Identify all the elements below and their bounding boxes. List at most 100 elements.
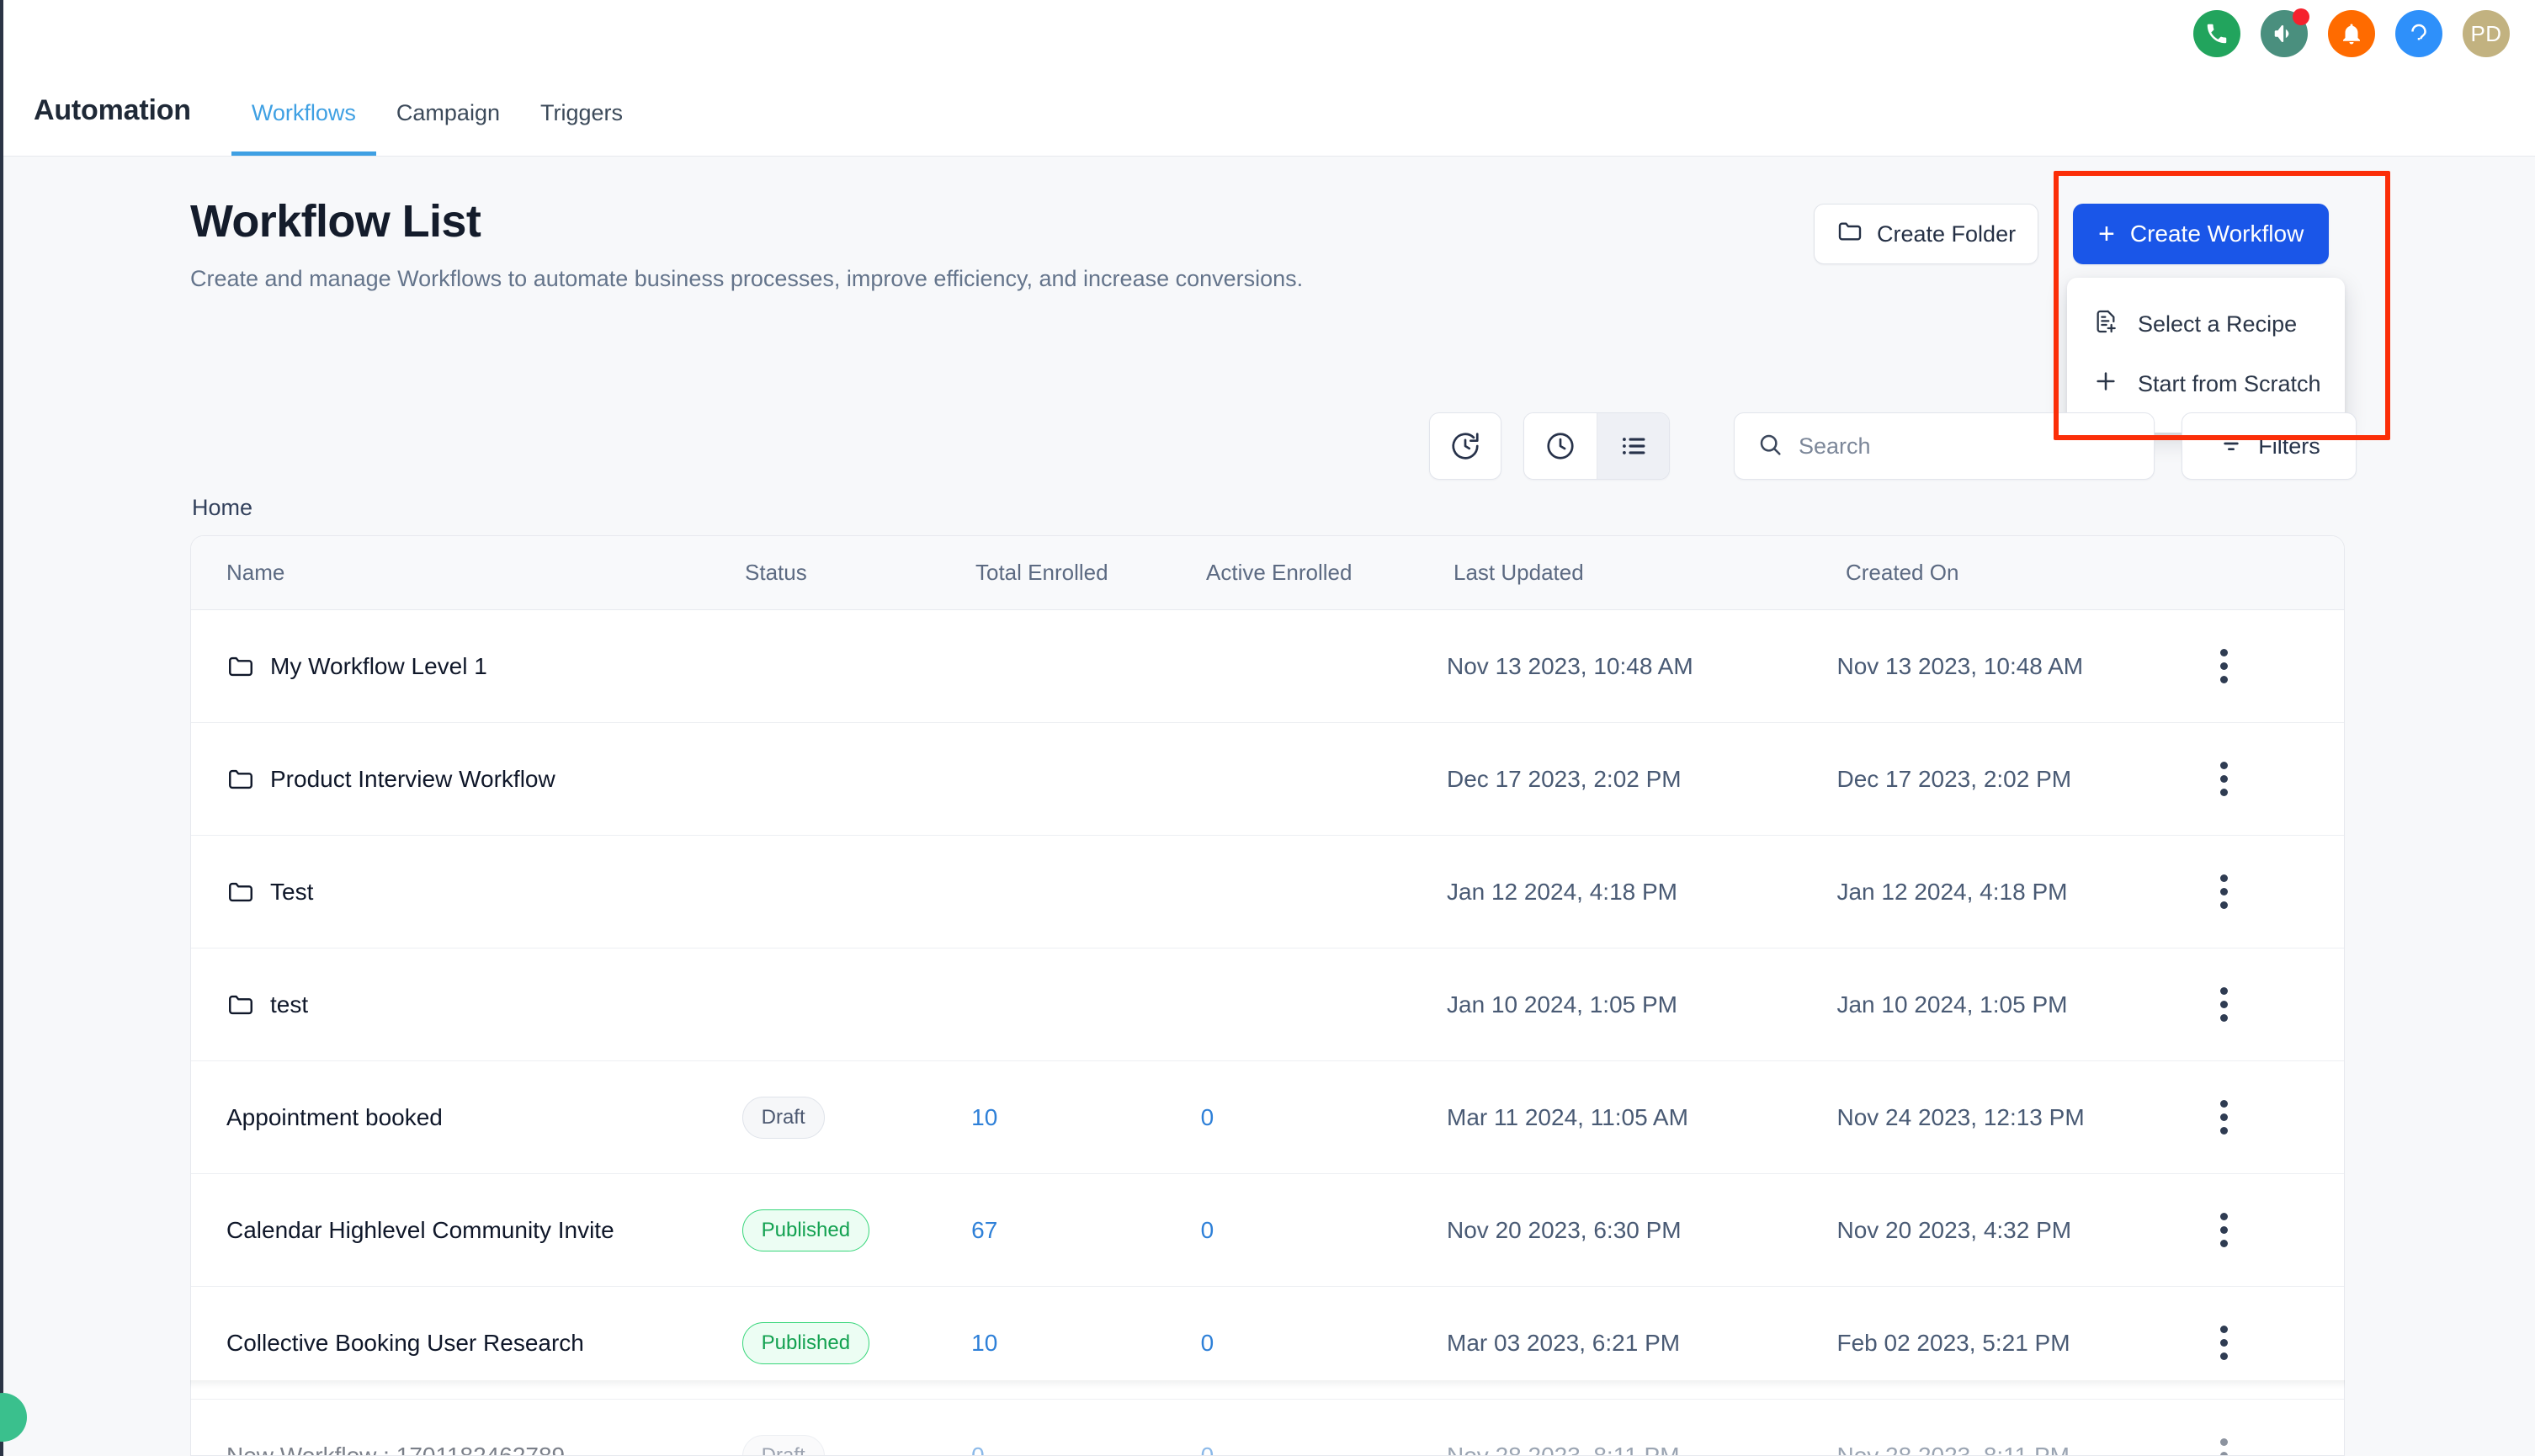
collapsed-sidebar-rail xyxy=(0,0,3,1456)
create-workflow-label: Create Workflow xyxy=(2129,221,2304,247)
cell-status: Draft xyxy=(741,1096,972,1139)
status-badge: Published xyxy=(741,1321,870,1364)
cell-name[interactable]: Product Interview Workflow xyxy=(191,765,742,794)
bell-icon[interactable] xyxy=(2328,10,2375,57)
help-icon[interactable] xyxy=(2395,10,2442,57)
column-header-total: Total Enrolled xyxy=(975,560,1108,585)
active-enrolled-link[interactable]: 0 xyxy=(1201,1443,1214,1456)
search-box[interactable] xyxy=(1734,412,2155,480)
row-menu-icon[interactable] xyxy=(2213,1206,2235,1254)
cell-created-on: Feb 02 2023, 5:21 PM xyxy=(1836,1329,2070,1356)
active-enrolled-link[interactable]: 0 xyxy=(1201,1330,1214,1356)
total-enrolled-link[interactable]: 10 xyxy=(971,1104,997,1130)
table-row[interactable]: test Jan 10 2024, 1:05 PM Jan 10 2024, 1:0… xyxy=(191,949,2344,1061)
cell-active-enrolled: 0 xyxy=(1201,1443,1447,1456)
cell-total-enrolled: 0 xyxy=(971,1443,1201,1456)
tab-workflows[interactable]: Workflows xyxy=(231,100,376,156)
list-view-icon[interactable] xyxy=(1597,413,1669,479)
folder-icon xyxy=(226,991,255,1019)
active-enrolled-link[interactable]: 0 xyxy=(1201,1104,1214,1130)
row-name-label: Appointment booked xyxy=(226,1103,443,1130)
total-enrolled-link[interactable]: 10 xyxy=(971,1330,997,1356)
avatar[interactable]: PD xyxy=(2463,10,2510,57)
cell-created-on: Jan 12 2024, 4:18 PM xyxy=(1836,878,2068,905)
cell-name[interactable]: Test xyxy=(191,878,742,906)
folder-icon xyxy=(226,765,255,794)
table-row[interactable]: Calendar Highlevel Community Invite Publi… xyxy=(191,1174,2344,1287)
table-row[interactable]: New Workflow : 1701182462789 Draft 0 0 Nov 2… xyxy=(191,1400,2344,1456)
total-enrolled-link[interactable]: 0 xyxy=(971,1443,985,1456)
cell-status: Draft xyxy=(741,1434,972,1455)
total-enrolled-link[interactable]: 67 xyxy=(971,1217,997,1243)
primary-nav: Automation Workflows Campaign Triggers xyxy=(34,94,643,156)
tab-triggers[interactable]: Triggers xyxy=(520,100,643,156)
table-row[interactable]: Collective Booking User Research Publishe… xyxy=(191,1287,2344,1400)
create-folder-button[interactable]: Create Folder xyxy=(1814,204,2039,264)
row-menu-icon[interactable] xyxy=(2213,1432,2235,1455)
row-menu-icon[interactable] xyxy=(2213,868,2235,916)
cell-total-enrolled: 10 xyxy=(971,1330,1201,1357)
clock-rotate-icon[interactable] xyxy=(1429,412,1501,480)
cell-actions xyxy=(2213,1206,2344,1254)
plus-icon: + xyxy=(2098,218,2115,250)
cell-actions xyxy=(2213,642,2344,690)
cell-actions xyxy=(2213,980,2344,1028)
cell-created-on: Nov 28 2023, 8:11 PM xyxy=(1836,1442,2070,1456)
top-bar-icon-group: PD xyxy=(2193,8,2510,57)
cell-name[interactable]: My Workflow Level 1 xyxy=(191,652,742,681)
active-enrolled-link[interactable]: 0 xyxy=(1201,1217,1214,1243)
row-menu-icon[interactable] xyxy=(2213,1093,2235,1141)
cell-name[interactable]: Appointment booked xyxy=(191,1104,742,1131)
row-menu-icon[interactable] xyxy=(2213,755,2235,803)
megaphone-icon[interactable] xyxy=(2261,8,2309,57)
status-badge: Draft xyxy=(741,1096,825,1139)
support-chat-bubble[interactable] xyxy=(0,1393,27,1442)
row-menu-icon[interactable] xyxy=(2213,642,2235,690)
cell-status: Published xyxy=(741,1209,972,1251)
cell-created-on: Jan 10 2024, 1:05 PM xyxy=(1836,991,2068,1018)
avatar-initials: PD xyxy=(2470,20,2502,46)
cell-last-updated: Mar 11 2024, 11:05 AM xyxy=(1447,1103,1688,1130)
create-workflow-dropdown: Select a Recipe Start from Scratch xyxy=(2067,278,2345,433)
filters-label: Filters xyxy=(2258,433,2320,459)
workflow-table: Name Status Total Enrolled Active Enroll… xyxy=(190,535,2345,1456)
row-menu-icon[interactable] xyxy=(2213,980,2235,1028)
notification-badge-dot xyxy=(2293,8,2309,25)
column-header-created: Created On xyxy=(1846,560,1959,585)
create-workflow-button[interactable]: + Create Workflow xyxy=(2073,204,2330,264)
cell-actions xyxy=(2213,755,2344,803)
menu-item-start-from-scratch[interactable]: Start from Scratch xyxy=(2067,354,2345,414)
phone-icon[interactable] xyxy=(2193,10,2240,57)
cell-name[interactable]: Collective Booking User Research xyxy=(191,1330,742,1357)
menu-item-select-a-recipe[interactable]: Select a Recipe xyxy=(2067,295,2345,354)
page-brand: Automation xyxy=(34,94,191,126)
cell-name[interactable]: test xyxy=(191,991,742,1019)
column-header-status: Status xyxy=(745,560,807,585)
cell-created-on: Nov 24 2023, 12:13 PM xyxy=(1836,1103,2085,1130)
cell-last-updated: Jan 12 2024, 4:18 PM xyxy=(1447,878,1677,905)
table-row[interactable]: Test Jan 12 2024, 4:18 PM Jan 12 2024, 4:1… xyxy=(191,836,2344,949)
search-icon xyxy=(1756,431,1783,462)
filters-button[interactable]: Filters xyxy=(2182,412,2357,480)
filter-icon xyxy=(2218,430,2245,463)
cell-name[interactable]: New Workflow : 1701182462789 xyxy=(191,1443,742,1456)
view-toolbar xyxy=(1429,412,1670,480)
top-bar: PD Automation Workflows Campaign Trigger… xyxy=(3,0,2535,157)
table-row[interactable]: Product Interview Workflow Dec 17 2023, 2… xyxy=(191,723,2344,836)
table-row[interactable]: Appointment booked Draft 10 0 Mar 11 2024, 1… xyxy=(191,1061,2344,1174)
clock-icon[interactable] xyxy=(1524,413,1597,479)
cell-name[interactable]: Calendar Highlevel Community Invite xyxy=(191,1217,742,1244)
tab-campaign[interactable]: Campaign xyxy=(376,100,520,156)
cell-actions xyxy=(2213,1319,2344,1367)
breadcrumb[interactable]: Home xyxy=(192,495,252,521)
search-input[interactable] xyxy=(1799,433,2132,460)
cell-last-updated: Nov 20 2023, 6:30 PM xyxy=(1447,1216,1682,1243)
menu-item-label: Start from Scratch xyxy=(2138,371,2321,396)
row-menu-icon[interactable] xyxy=(2213,1319,2235,1367)
cell-created-on: Dec 17 2023, 2:02 PM xyxy=(1836,765,2072,792)
plus-icon xyxy=(2092,368,2119,401)
page-title: Workflow List xyxy=(190,196,481,247)
view-mode-segmented-control xyxy=(1523,412,1670,480)
cell-actions xyxy=(2213,1093,2344,1141)
table-row[interactable]: My Workflow Level 1 Nov 13 2023, 10:48 AM… xyxy=(191,610,2344,723)
